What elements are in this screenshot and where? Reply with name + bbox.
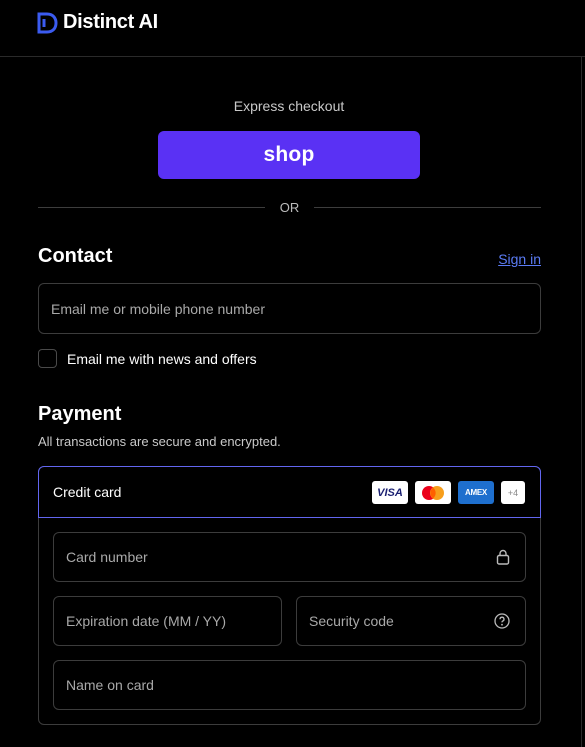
- expiration-date-field[interactable]: Expiration date (MM / YY): [53, 596, 282, 646]
- help-icon[interactable]: [494, 613, 510, 629]
- contact-title: Contact: [38, 245, 113, 267]
- payment-title: Payment: [38, 403, 122, 425]
- lock-icon: [496, 549, 510, 565]
- email-placeholder: Email me or mobile phone number: [51, 300, 265, 317]
- express-checkout-label: Express checkout: [233, 98, 345, 114]
- amex-icon: AMEX: [458, 481, 494, 504]
- card-number-placeholder: Card number: [66, 549, 148, 565]
- more-cards-badge: +4: [501, 481, 525, 504]
- card-brands: VISA AMEX +4: [372, 481, 525, 504]
- sign-in-link[interactable]: Sign in: [498, 251, 541, 267]
- newsletter-checkbox[interactable]: [38, 349, 57, 368]
- card-number-field[interactable]: Card number: [53, 532, 526, 582]
- payment-subtitle: All transactions are secure and encrypte…: [38, 434, 281, 449]
- site-header: Distinct AI: [0, 0, 585, 57]
- security-code-placeholder: Security code: [309, 613, 394, 629]
- credit-card-option[interactable]: Credit card VISA AMEX +4: [38, 466, 541, 518]
- shop-button-label: shop: [263, 143, 315, 166]
- visa-icon: VISA: [372, 481, 408, 504]
- security-code-field[interactable]: Security code: [296, 596, 526, 646]
- expiration-placeholder: Expiration date (MM / YY): [66, 613, 227, 629]
- divider-line: [38, 206, 265, 208]
- or-text: OR: [279, 199, 300, 215]
- newsletter-row: Email me with news and offers: [38, 349, 257, 368]
- name-on-card-placeholder: Name on card: [66, 677, 154, 693]
- divider-line: [314, 206, 541, 208]
- or-divider: OR: [38, 199, 541, 215]
- shop-pay-button[interactable]: shop: [158, 131, 420, 179]
- name-on-card-field[interactable]: Name on card: [53, 660, 526, 710]
- email-field[interactable]: Email me or mobile phone number: [38, 283, 541, 334]
- side-divider: [581, 57, 582, 747]
- credit-card-label: Credit card: [53, 484, 122, 500]
- distinct-logo-icon: [37, 12, 58, 33]
- brand-name: Distinct AI: [63, 11, 158, 33]
- brand-logo[interactable]: Distinct AI: [37, 11, 158, 34]
- mastercard-icon: [415, 481, 451, 504]
- newsletter-label[interactable]: Email me with news and offers: [67, 351, 257, 367]
